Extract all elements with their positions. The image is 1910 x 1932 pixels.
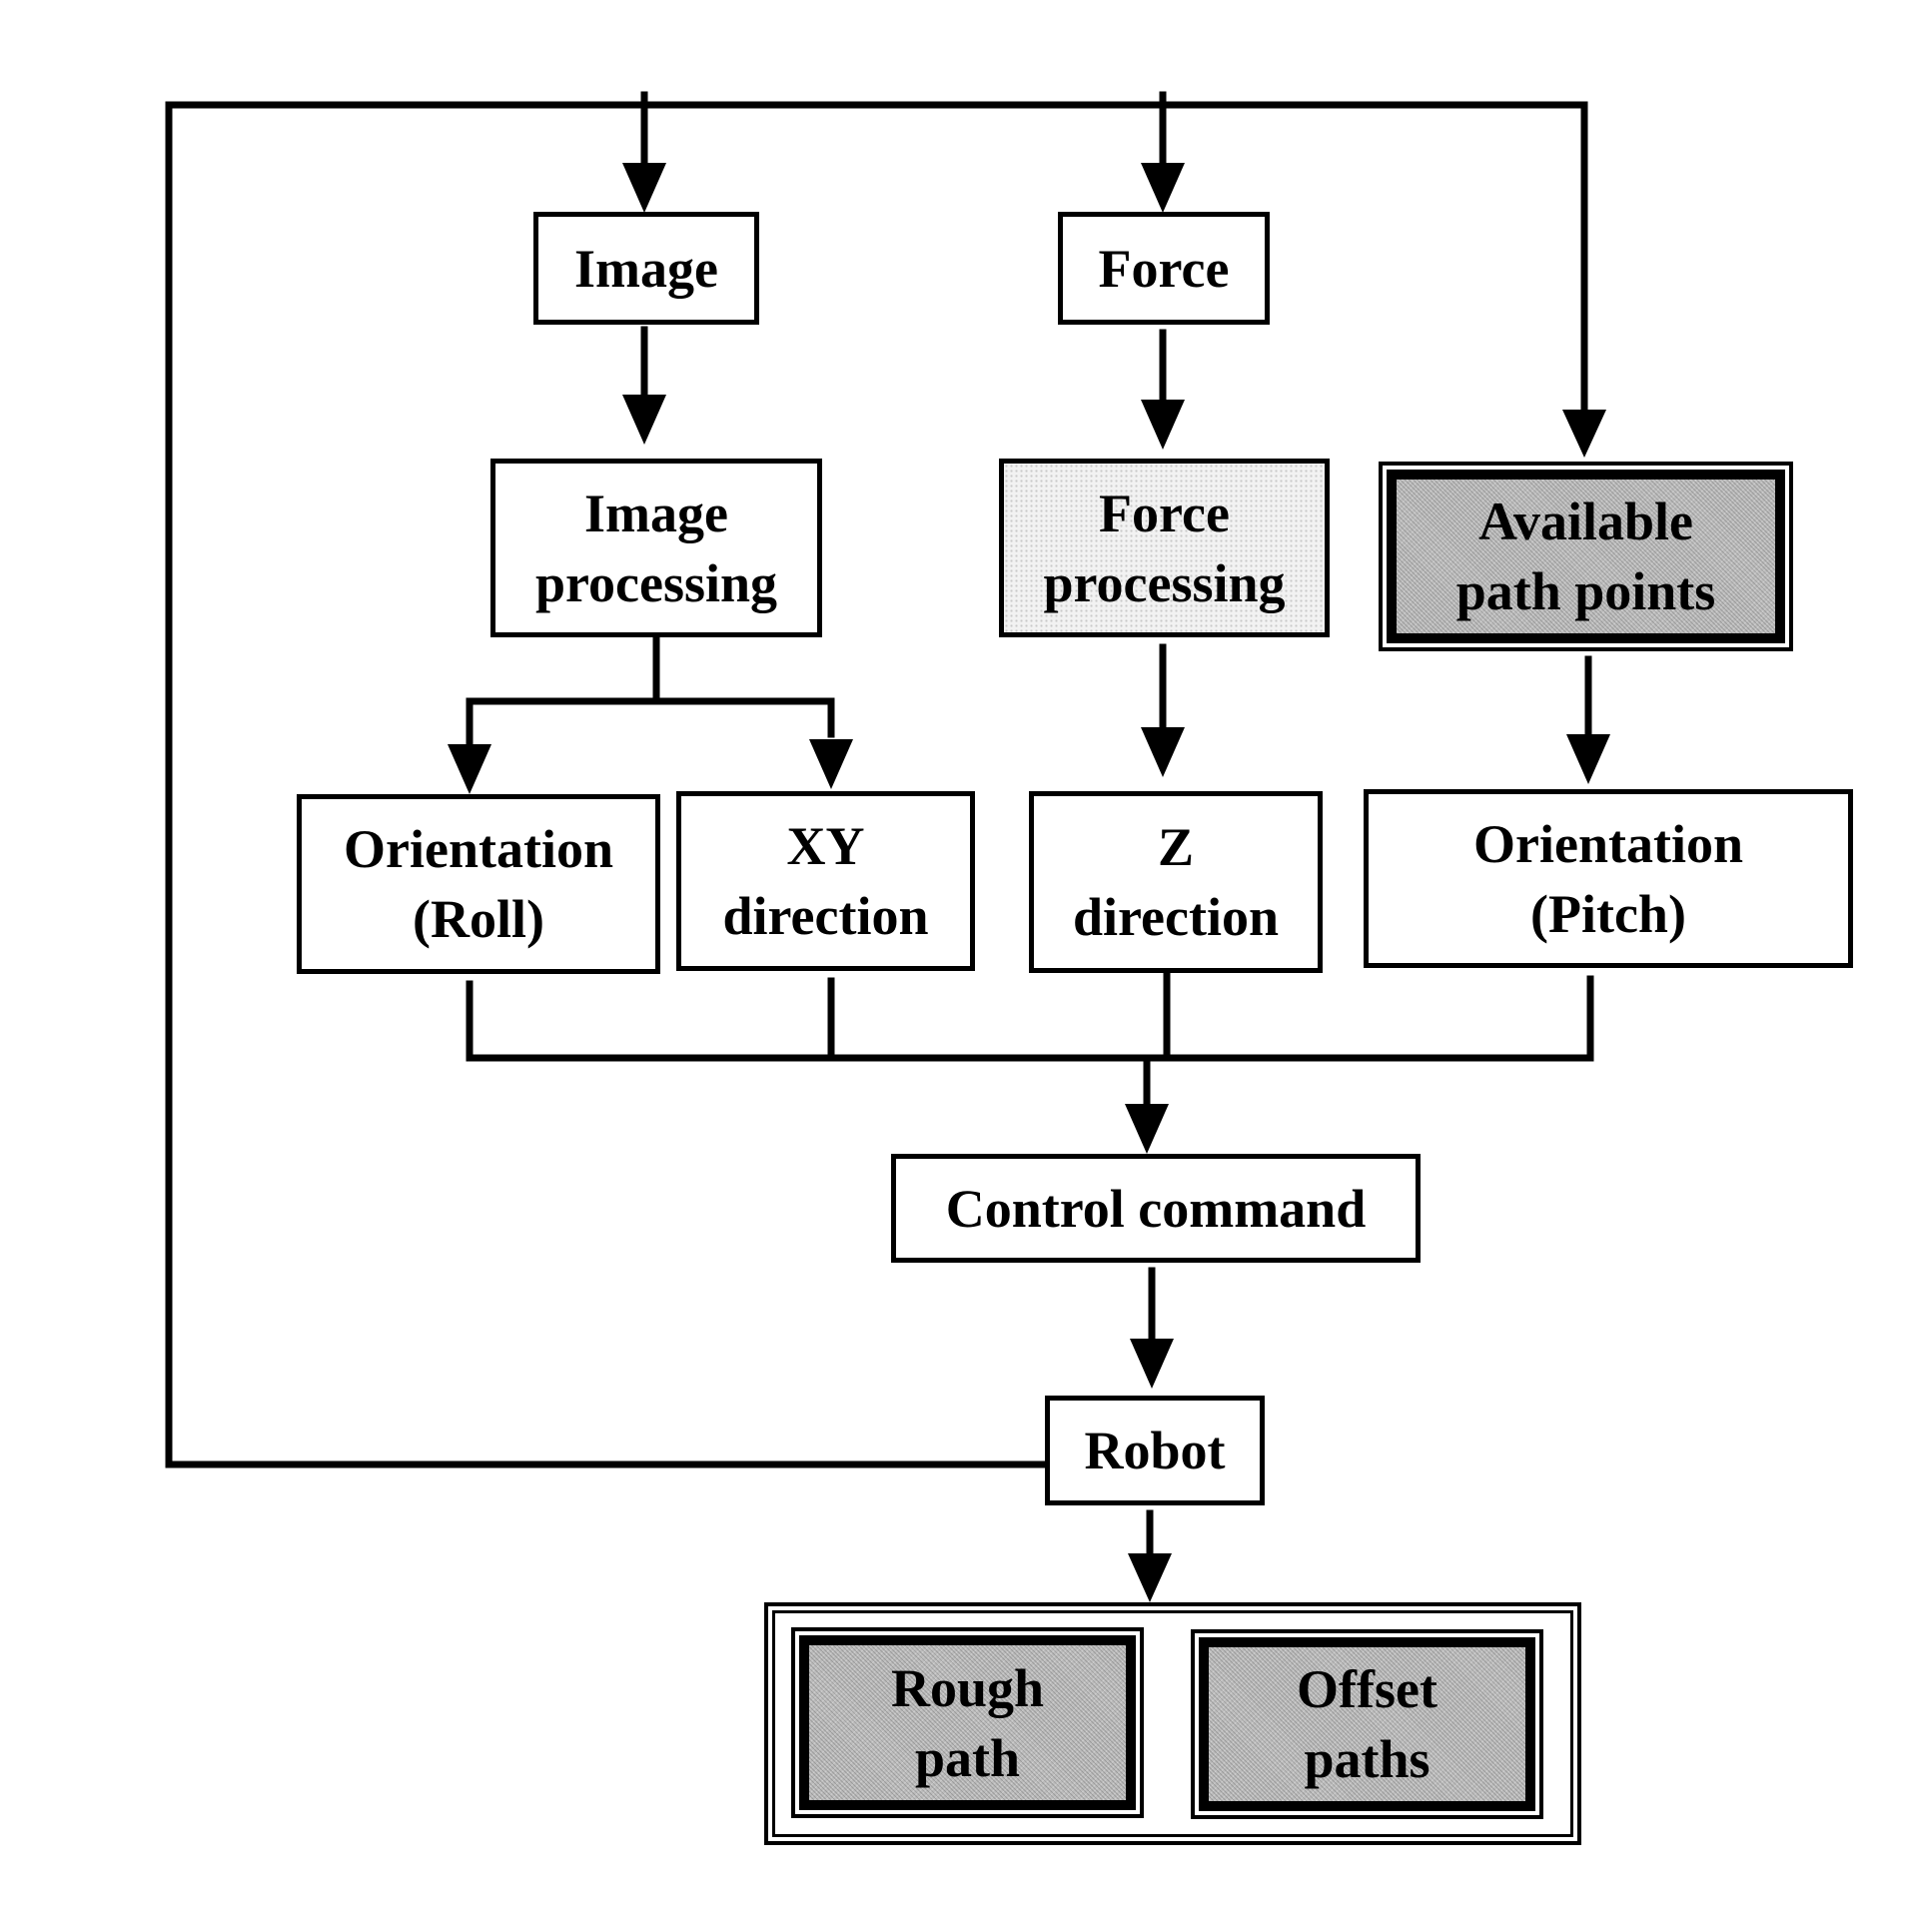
available-path-points-label: Available path points [1455,491,1716,621]
rough-path-node: Rough path [791,1627,1144,1818]
arrowhead-robot [1130,1339,1174,1389]
arrowhead-z-direction [1141,727,1185,777]
control-command-node: Control command [891,1154,1421,1263]
arrowhead-control-command [1125,1104,1169,1154]
robot-label: Robot [1084,1421,1226,1480]
arrowhead-orientation-pitch [1566,734,1610,784]
control-command-label: Control command [945,1178,1367,1239]
offset-paths-node: Offset paths [1191,1629,1543,1819]
rough-path-label: Rough path [890,1657,1045,1788]
orientation-pitch-node: Orientation (Pitch) [1364,789,1853,968]
arrowhead-xy-direction [809,739,853,789]
offset-paths-label: Offset paths [1297,1659,1437,1789]
force-processing-node: Force processing [999,459,1330,637]
image-processing-label: Image processing [534,483,778,613]
robot-node: Robot [1045,1396,1265,1505]
arrowhead-force [1141,163,1185,213]
image-node-label: Image [574,238,718,299]
orientation-roll-label: Orientation (Roll) [344,819,613,949]
image-processing-node: Image processing [490,459,822,637]
arrowhead-force-processing [1141,400,1185,450]
orientation-roll-node: Orientation (Roll) [297,794,660,974]
force-processing-label: Force processing [1043,483,1286,613]
arrowhead-image [622,163,666,213]
xy-direction-label: XY direction [722,816,929,946]
arrowhead-image-processing [622,395,666,445]
image-node: Image [533,212,759,325]
z-direction-label: Z direction [1073,817,1279,947]
arrowhead-outputs [1128,1553,1172,1602]
arrowhead-available-path-points [1562,410,1606,458]
image-processing-split-line [466,633,835,753]
arrowhead-orientation-roll [448,744,491,794]
merge-line [466,970,1594,1113]
force-node-label: Force [1098,238,1230,299]
force-node: Force [1058,212,1270,325]
orientation-pitch-label: Orientation (Pitch) [1473,813,1743,944]
z-direction-node: Z direction [1029,791,1323,973]
xy-direction-node: XY direction [676,791,975,971]
available-path-points-node: Available path points [1379,462,1793,651]
